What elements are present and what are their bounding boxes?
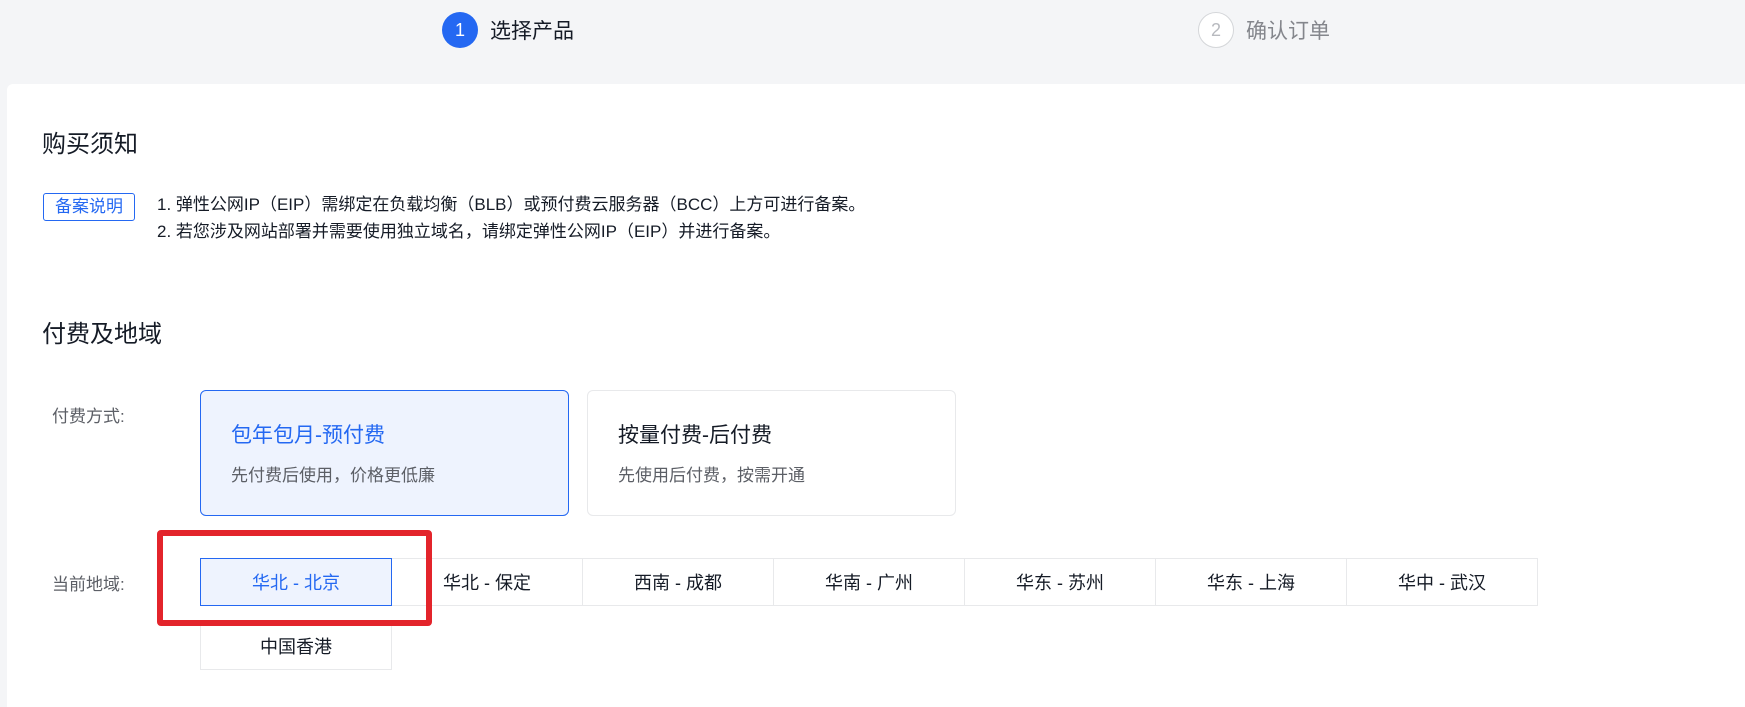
billing-option-title: 按量付费-后付费 xyxy=(618,424,772,447)
notice-line-2: 2. 若您涉及网站部署并需要使用独立域名，请绑定弹性公网IP（EIP）并进行备案… xyxy=(157,222,781,241)
region-option-baoding[interactable]: 华北 - 保定 xyxy=(391,558,583,606)
step-confirm-order: 2 确认订单 xyxy=(1198,12,1330,48)
region-option-hongkong[interactable]: 中国香港 xyxy=(200,622,392,670)
step-1-circle: 1 xyxy=(442,12,478,48)
region-option-wuhan[interactable]: 华中 - 武汉 xyxy=(1346,558,1538,606)
billing-option-prepaid[interactable]: 包年包月-预付费 先付费后使用，价格更低廉 xyxy=(200,390,569,516)
current-region-label: 当前地域: xyxy=(52,575,125,594)
region-list: 华北 - 北京 华北 - 保定 西南 - 成都 华南 - 广州 华东 - 苏州 … xyxy=(200,558,1538,606)
region-option-suzhou[interactable]: 华东 - 苏州 xyxy=(964,558,1156,606)
step-select-product: 1 选择产品 xyxy=(442,12,574,48)
region-option-shanghai[interactable]: 华东 - 上海 xyxy=(1155,558,1347,606)
step-2-label: 确认订单 xyxy=(1246,20,1330,43)
step-1-label: 选择产品 xyxy=(490,20,574,43)
billing-option-desc: 先使用后付费，按需开通 xyxy=(618,466,805,485)
notice-lines: 1. 弹性公网IP（EIP）需绑定在负载均衡（BLB）或预付费云服务器（BCC）… xyxy=(157,191,865,245)
billing-method-label: 付费方式: xyxy=(52,407,125,426)
billing-option-postpaid[interactable]: 按量付费-后付费 先使用后付费，按需开通 xyxy=(587,390,956,516)
billing-region-title: 付费及地域 xyxy=(42,321,162,348)
main-panel: 购买须知 备案说明 1. 弹性公网IP（EIP）需绑定在负载均衡（BLB）或预付… xyxy=(7,84,1745,707)
billing-option-title: 包年包月-预付费 xyxy=(231,424,385,447)
region-option-guangzhou[interactable]: 华南 - 广州 xyxy=(773,558,965,606)
step-2-circle: 2 xyxy=(1198,12,1234,48)
billing-option-desc: 先付费后使用，价格更低廉 xyxy=(231,466,435,485)
region-list-row-2: 中国香港 xyxy=(200,622,392,670)
region-option-chengdu[interactable]: 西南 - 成都 xyxy=(582,558,774,606)
steps-bar: 1 选择产品 2 确认订单 xyxy=(0,0,1745,84)
notice-line-1: 1. 弹性公网IP（EIP）需绑定在负载均衡（BLB）或预付费云服务器（BCC）… xyxy=(157,195,866,214)
filing-info-tag: 备案说明 xyxy=(43,193,135,221)
region-option-beijing[interactable]: 华北 - 北京 xyxy=(200,558,392,606)
purchase-notice-title: 购买须知 xyxy=(42,131,138,158)
